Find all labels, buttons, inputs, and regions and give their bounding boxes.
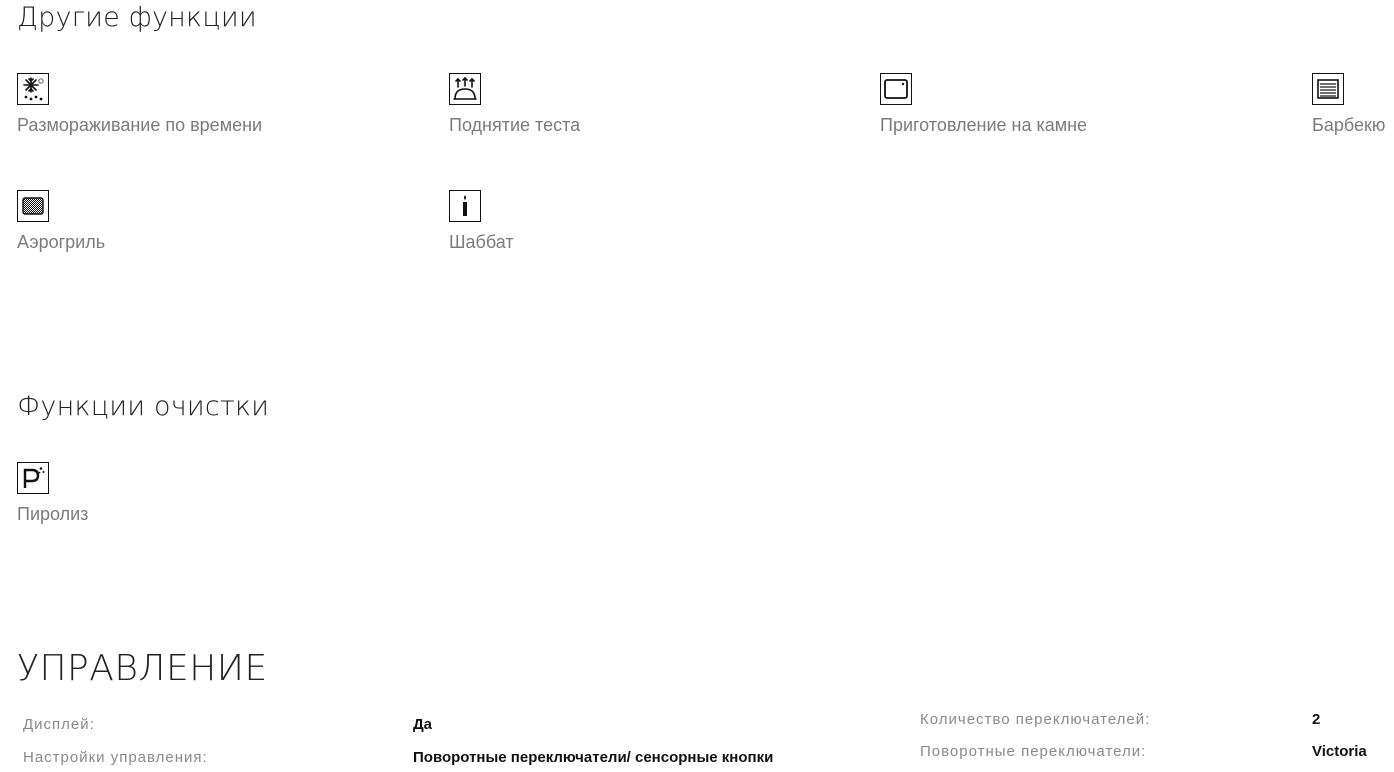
spec-label-knob-count: Количество переключателей:: [920, 711, 1151, 728]
feature-label: Аэрогриль: [17, 232, 106, 252]
feature-dough-proving: Поднятие теста: [449, 73, 849, 136]
spec-label-control-settings: Настройки управления:: [23, 749, 208, 766]
feature-label: Размораживание по времени: [17, 115, 263, 135]
section-title-management: УПРАВЛЕНИЕ: [17, 648, 268, 689]
spec-value-control-settings: Поворотные переключатели/ сенсорные кноп…: [413, 749, 774, 766]
feature-pyrolysis: Пиролиз: [17, 462, 417, 525]
feature-pizza-stone: Приготовление на камне: [880, 73, 1280, 136]
feature-label: Поднятие теста: [449, 115, 581, 135]
dough-proving-icon: [449, 73, 481, 105]
spec-label-rotary-knobs: Поворотные переключатели:: [920, 743, 1147, 760]
feature-sabbath: Шаббат: [449, 190, 849, 253]
pizza-stone-icon: [880, 73, 912, 105]
feature-defrost: Размораживание по времени: [17, 73, 417, 136]
spec-value-rotary-knobs: Victoria: [1312, 743, 1367, 760]
spec-label-display: Дисплей:: [23, 716, 95, 733]
spec-value-knob-count: 2: [1312, 711, 1321, 728]
feature-label: Приготовление на камне: [880, 115, 1088, 135]
defrost-snowflake-icon: [17, 73, 49, 105]
feature-air-fry: Аэрогриль: [17, 190, 417, 253]
section-title-cleaning-functions: Функции очистки: [17, 391, 270, 422]
section-title-other-functions: Другие функции: [17, 2, 257, 33]
feature-label: Барбекю: [1312, 115, 1386, 135]
air-fry-icon: [17, 190, 49, 222]
spec-value-display: Да: [413, 716, 433, 733]
feature-label: Шаббат: [449, 232, 514, 252]
sabbath-candle-icon: [449, 190, 481, 222]
barbecue-grill-icon: [1312, 73, 1344, 105]
pyrolysis-icon: [17, 462, 49, 494]
feature-barbecue: Барбекю: [1312, 73, 1394, 136]
feature-label: Пиролиз: [17, 504, 89, 524]
